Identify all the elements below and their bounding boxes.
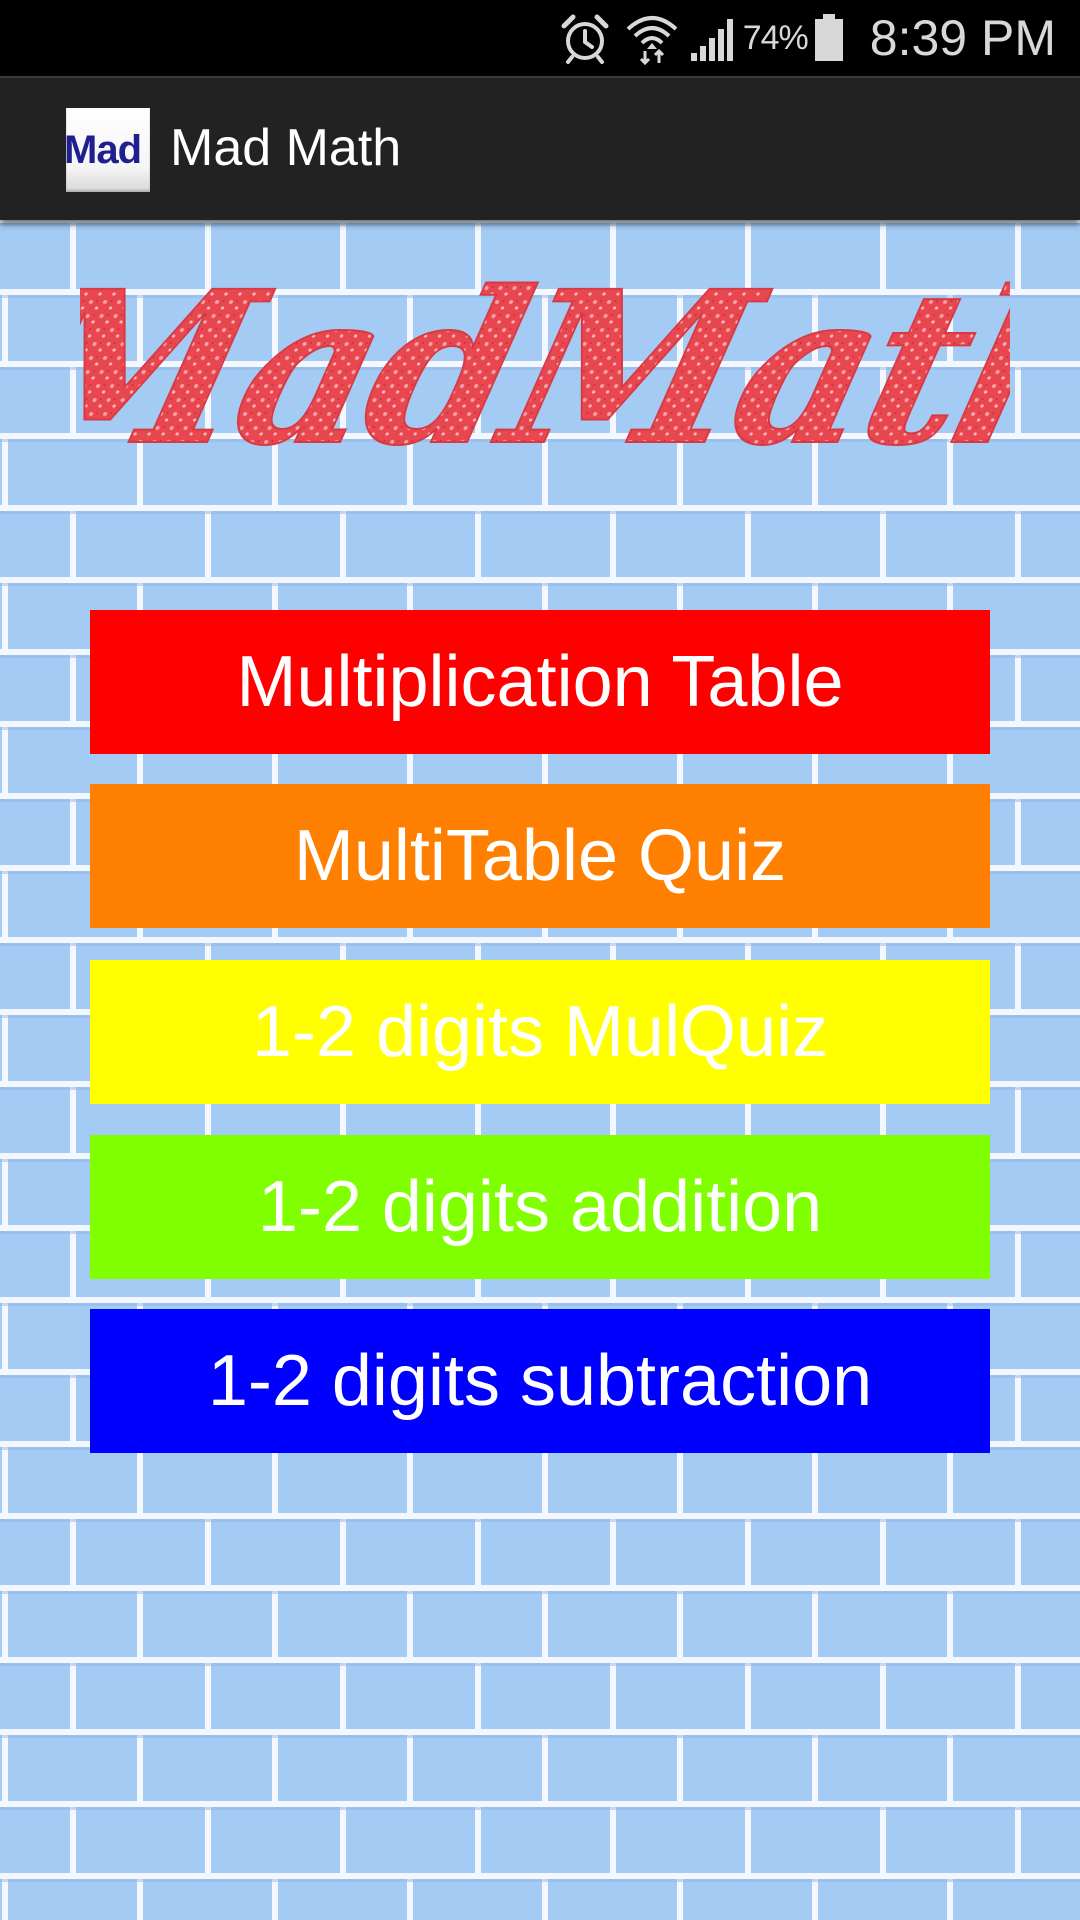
battery-percent: 74% (742, 18, 809, 57)
mulquiz-label: 1-2 digits MulQuiz (251, 992, 829, 1072)
mulquiz-button[interactable]: 1-2 digits MulQuiz (90, 960, 990, 1104)
battery-icon (814, 14, 844, 62)
main-content: MadMath Multiplication Table MultiTable … (0, 220, 1080, 1920)
signal-icon (689, 13, 739, 63)
multiplication-table-button[interactable]: Multiplication Table (90, 610, 990, 754)
multitable-quiz-label: MultiTable Quiz (293, 816, 787, 896)
logo-text: MadMath (80, 246, 1010, 492)
app-title: Mad Math (170, 119, 402, 177)
addition-button[interactable]: 1-2 digits addition (90, 1135, 990, 1279)
madmath-logo: MadMath (80, 245, 1010, 493)
status-bar: 74% 8:39 PM (0, 0, 1080, 76)
multiplication-table-label: Multiplication Table (236, 642, 844, 722)
app-icon[interactable]: Mad (66, 108, 150, 192)
wifi-icon (625, 11, 679, 65)
clock: 8:39 PM (869, 10, 1056, 66)
subtraction-button[interactable]: 1-2 digits subtraction (90, 1309, 990, 1453)
subtraction-label: 1-2 digits subtraction (207, 1341, 873, 1421)
multitable-quiz-button[interactable]: MultiTable Quiz (90, 784, 990, 928)
alarm-icon (559, 12, 611, 64)
action-bar: Mad Mad Math (0, 76, 1080, 220)
status-icons: 74% 8:39 PM (559, 0, 1056, 76)
app-icon-text: Mad (66, 128, 142, 172)
addition-label: 1-2 digits addition (257, 1167, 823, 1247)
